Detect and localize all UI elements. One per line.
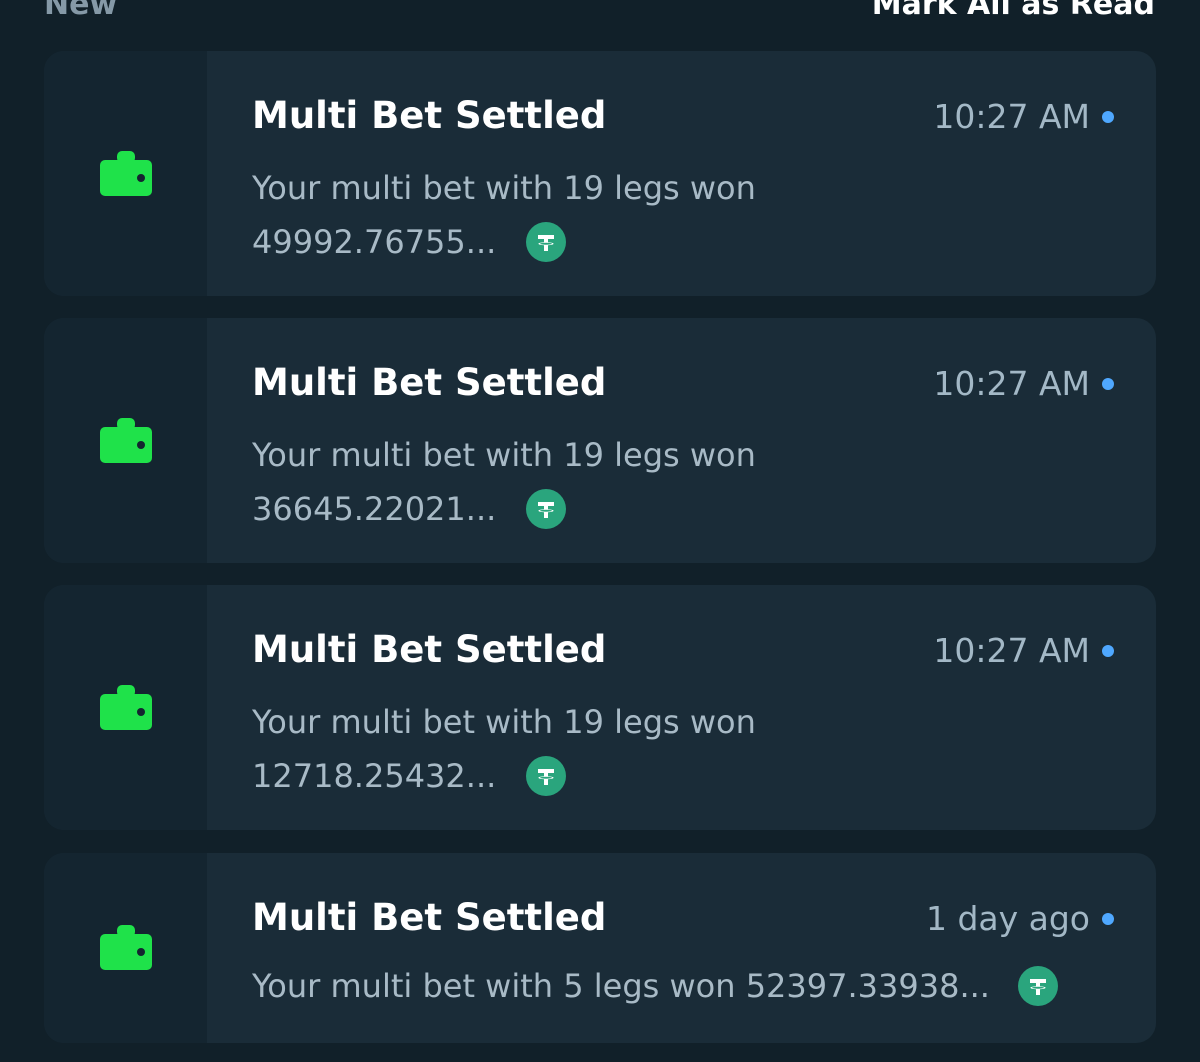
notification-meta: 1 day ago	[926, 899, 1114, 939]
wallet-icon	[100, 151, 152, 196]
win-amount: 12718.25432...	[252, 757, 497, 795]
wallet-icon	[100, 925, 152, 970]
notification-time: 10:27 AM	[933, 97, 1090, 136]
message-text: Your multi bet with 19 legs won	[252, 436, 756, 474]
amount-line: 12718.25432...	[252, 749, 1012, 803]
notification-time: 10:27 AM	[933, 364, 1090, 403]
section-label-new: New	[44, 0, 118, 22]
wallet-icon	[100, 418, 152, 463]
notification-time: 1 day ago	[925, 899, 1090, 938]
unread-dot	[1102, 378, 1114, 390]
notification-meta: 10:27 AM	[933, 631, 1114, 671]
notifications-panel: New Mark All as Read Multi Bet Settled 1…	[0, 0, 1200, 1062]
wallet-icon	[100, 685, 152, 730]
amount-line: 36645.22021...	[252, 482, 1012, 536]
tether-icon	[526, 489, 567, 529]
message-text: Your multi bet with 19 legs won	[252, 169, 756, 207]
notification-meta: 10:27 AM	[933, 97, 1114, 137]
amount-line: 49992.76755...	[252, 215, 1012, 269]
notification-message: Your multi bet with 19 legs won 36645.22…	[252, 428, 1012, 536]
notification-card[interactable]: Multi Bet Settled 10:27 AM Your multi be…	[44, 51, 1156, 296]
notification-message: Your multi bet with 5 legs won 52397.339…	[252, 959, 1058, 1013]
notification-card[interactable]: Multi Bet Settled 10:27 AM Your multi be…	[44, 585, 1156, 830]
notification-title: Multi Bet Settled	[252, 94, 607, 137]
unread-dot	[1102, 645, 1114, 657]
notification-title: Multi Bet Settled	[252, 896, 607, 939]
notification-message: Your multi bet with 19 legs won 49992.76…	[252, 161, 1012, 269]
notification-card[interactable]: Multi Bet Settled 10:27 AM Your multi be…	[44, 318, 1156, 563]
notification-icon-column	[44, 585, 207, 830]
notification-icon-column	[44, 318, 207, 563]
message-text: Your multi bet with 19 legs won	[252, 703, 756, 741]
notification-meta: 10:27 AM	[933, 364, 1114, 404]
notification-title: Multi Bet Settled	[252, 628, 607, 671]
tether-icon	[526, 222, 567, 262]
notification-title: Multi Bet Settled	[252, 361, 607, 404]
tether-icon	[526, 756, 567, 796]
notification-card[interactable]: Multi Bet Settled 1 day ago Your multi b…	[44, 853, 1156, 1043]
tether-icon	[1017, 966, 1058, 1006]
notification-icon-column	[44, 853, 207, 1043]
unread-dot	[1102, 111, 1114, 123]
mark-all-read-button[interactable]: Mark All as Read	[872, 0, 1155, 22]
win-amount: 36645.22021...	[252, 490, 497, 528]
unread-dot	[1102, 913, 1114, 925]
message-text: Your multi bet with 5 legs won 52397.339…	[252, 967, 990, 1005]
notification-time: 10:27 AM	[933, 631, 1090, 670]
notification-message: Your multi bet with 19 legs won 12718.25…	[252, 695, 1012, 803]
notification-icon-column	[44, 51, 207, 296]
win-amount: 49992.76755...	[252, 223, 497, 261]
